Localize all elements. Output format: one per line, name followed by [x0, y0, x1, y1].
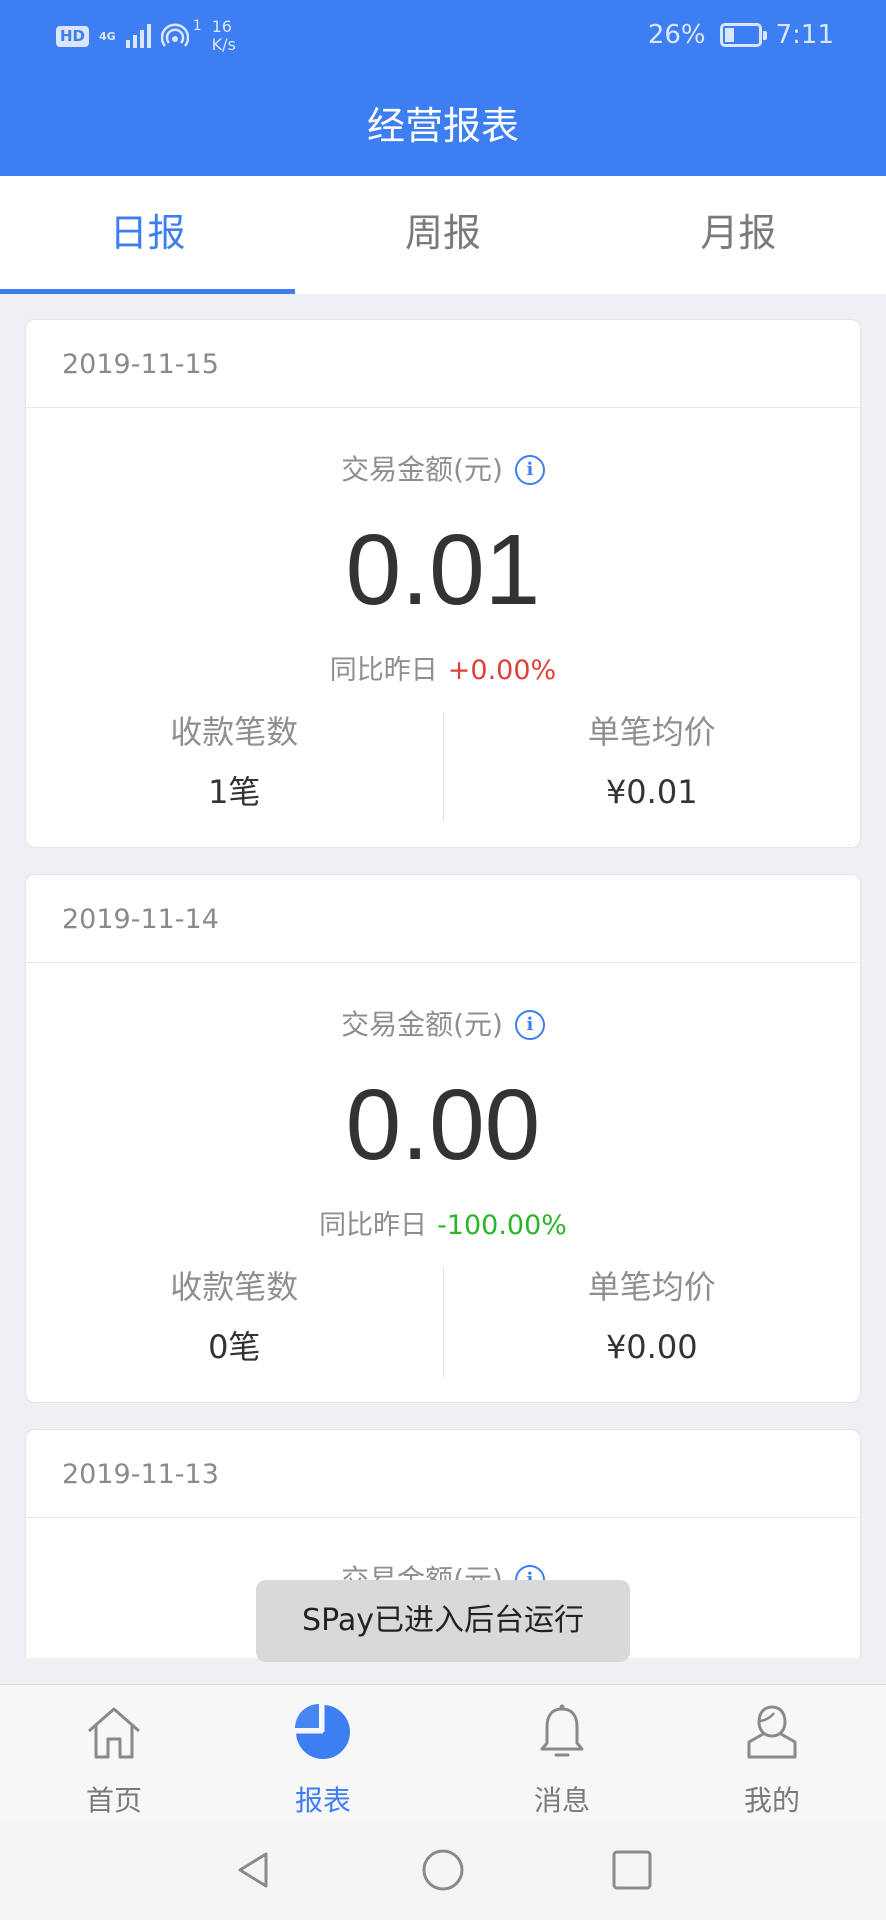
amount-value: 0.01 [345, 514, 541, 626]
nav-profile[interactable]: 我的 [712, 1701, 832, 1819]
compare-value: -100.00% [437, 1210, 567, 1241]
status-right: 26% 7:11 [648, 20, 834, 50]
toast-message: SPay已进入后台运行 [256, 1580, 630, 1662]
stat-average: 单笔均价 ¥0.00 [444, 1265, 861, 1381]
amount-label: 交易金额(元) [341, 1008, 503, 1041]
nav-home[interactable]: 首页 [54, 1701, 174, 1819]
battery-icon [719, 23, 767, 47]
nav-home-label: 首页 [85, 1784, 142, 1817]
hd-badge: HD [56, 25, 90, 47]
nav-messages[interactable]: 消息 [502, 1701, 622, 1819]
page-title: 经营报表 [0, 76, 886, 176]
count-value: 0笔 [208, 1328, 261, 1366]
average-value: ¥0.00 [605, 1328, 698, 1366]
card-date: 2019-11-15 [26, 320, 860, 408]
status-left: HD 4G 1 16 K/s [56, 18, 236, 54]
speed-value: 16 [211, 17, 232, 36]
amount-label: 交易金额(元) [341, 453, 503, 486]
home-button-icon[interactable] [421, 1848, 465, 1892]
stat-count: 收款笔数 1笔 [26, 710, 443, 826]
pie-chart-icon [295, 1704, 350, 1759]
network-type: 4G [99, 29, 116, 43]
tab-monthly[interactable]: 月报 [591, 176, 886, 294]
card-date: 2019-11-13 [26, 1430, 860, 1518]
hotspot-icon [160, 23, 189, 47]
tab-weekly[interactable]: 周报 [295, 176, 590, 294]
nav-reports[interactable]: 报表 [263, 1701, 383, 1819]
report-card[interactable]: 2019-11-15 交易金额(元) i 0.01 同比昨日 +0.00% 收款笔数… [25, 319, 861, 848]
stat-count: 收款笔数 0笔 [26, 1265, 443, 1381]
status-bar: HD 4G 1 16 K/s 26% 7:11 [0, 0, 886, 76]
count-label: 收款笔数 [170, 713, 299, 751]
card-stats: 收款笔数 0笔 单笔均价 ¥0.00 [26, 1265, 860, 1381]
bottom-nav: 首页 报表 消息 我的 [0, 1684, 886, 1820]
speed-unit: K/s [211, 35, 236, 54]
average-label: 单笔均价 [587, 1268, 716, 1306]
compare-label: 同比昨日 [329, 655, 438, 686]
user-icon [747, 1705, 797, 1759]
back-icon[interactable] [232, 1848, 276, 1892]
average-value: ¥0.01 [605, 773, 698, 811]
signal-icon [125, 24, 151, 48]
clock: 7:11 [775, 20, 834, 50]
info-icon[interactable]: i [514, 455, 545, 485]
amount-value: 0.00 [345, 1069, 541, 1181]
compare-row: 同比昨日 +0.00% [26, 648, 860, 687]
amount-label-row: 交易金额(元) i [26, 448, 860, 488]
average-label: 单笔均价 [587, 713, 716, 751]
system-nav-bar [0, 1820, 886, 1920]
compare-value: +0.00% [447, 655, 557, 686]
nav-messages-label: 消息 [533, 1784, 590, 1817]
tab-daily[interactable]: 日报 [0, 176, 296, 294]
compare-label: 同比昨日 [319, 1210, 428, 1241]
recent-apps-icon[interactable] [610, 1848, 654, 1892]
bell-icon [540, 1704, 584, 1757]
sim-index: 1 [192, 18, 202, 34]
compare-row: 同比昨日 -100.00% [26, 1203, 860, 1242]
nav-reports-label: 报表 [294, 1784, 351, 1817]
nav-profile-label: 我的 [743, 1784, 800, 1817]
amount-label-row: 交易金额(元) i [26, 1003, 860, 1043]
network-speed: 16 K/s [212, 18, 236, 54]
battery-percent: 26% [647, 20, 706, 50]
info-icon[interactable]: i [514, 1010, 545, 1040]
count-value: 1笔 [208, 773, 261, 811]
home-icon [88, 1707, 140, 1759]
battery-level [724, 28, 734, 42]
count-label: 收款笔数 [170, 1268, 299, 1306]
stat-average: 单笔均价 ¥0.01 [444, 710, 861, 826]
report-tabs: 日报 周报 月报 [0, 176, 886, 294]
card-stats: 收款笔数 1笔 单笔均价 ¥0.01 [26, 710, 860, 826]
report-card[interactable]: 2019-11-14 交易金额(元) i 0.00 同比昨日 -100.00% 收款… [25, 874, 861, 1403]
report-list[interactable]: 2019-11-15 交易金额(元) i 0.01 同比昨日 +0.00% 收款笔数… [0, 294, 886, 1658]
card-date: 2019-11-14 [26, 875, 860, 963]
